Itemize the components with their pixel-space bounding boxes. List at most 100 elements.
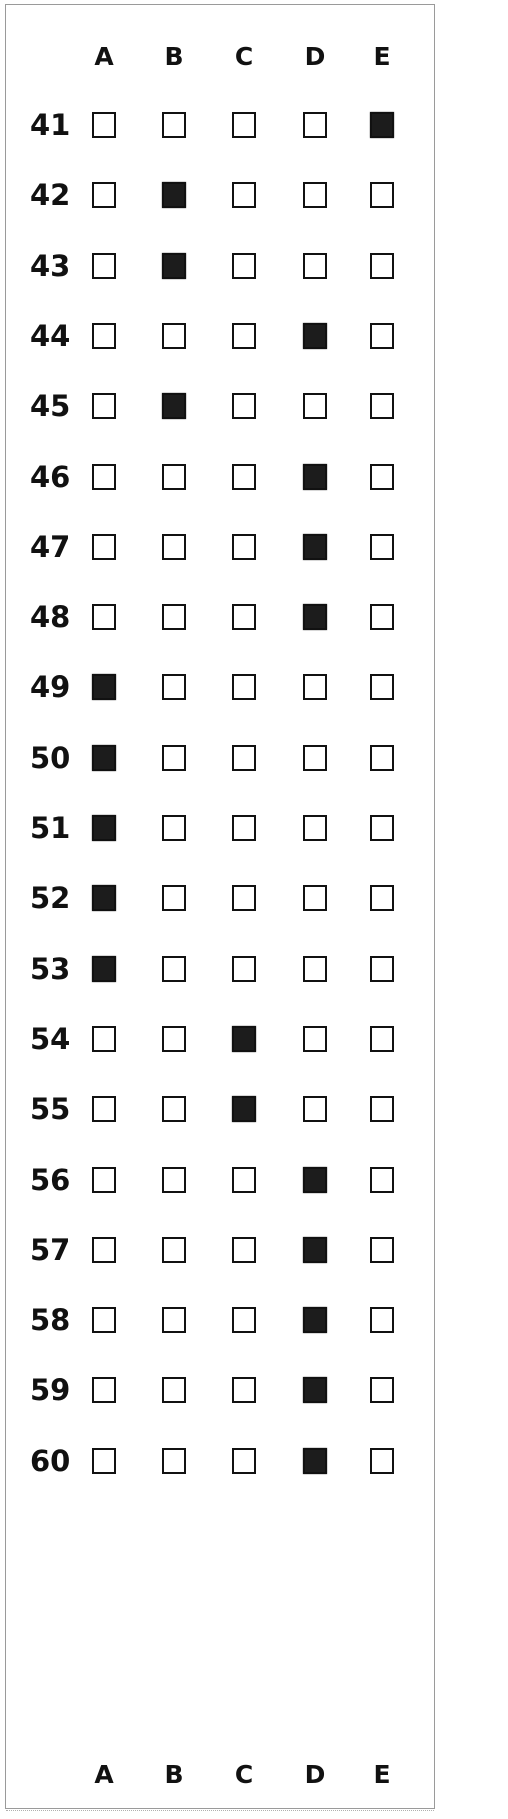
bubble-42-c[interactable] <box>232 182 256 209</box>
bubble-50-c[interactable] <box>232 744 256 771</box>
bubble-48-b[interactable] <box>162 604 186 631</box>
bubble-51-b[interactable] <box>162 815 186 841</box>
bubble-41-a[interactable] <box>92 112 116 138</box>
bubble-57-c[interactable] <box>232 1236 256 1263</box>
bubble-47-e[interactable] <box>370 533 394 560</box>
bubble-52-c[interactable] <box>232 885 256 912</box>
bubble-58-a[interactable] <box>92 1307 116 1334</box>
bubble-51-d[interactable] <box>303 815 327 841</box>
bubble-55-a[interactable] <box>92 1096 116 1123</box>
bubble-54-a[interactable] <box>92 1025 116 1052</box>
bubble-58-e[interactable] <box>370 1307 394 1334</box>
bubble-55-e[interactable] <box>370 1096 394 1123</box>
bubble-43-e[interactable] <box>370 252 394 279</box>
bubble-48-e[interactable] <box>370 604 394 631</box>
bubble-51-a[interactable] <box>92 815 116 841</box>
bubble-47-c[interactable] <box>232 533 256 560</box>
bubble-41-b[interactable] <box>162 112 186 138</box>
bubble-53-b[interactable] <box>162 955 186 982</box>
bubble-41-c[interactable] <box>232 112 256 138</box>
bubble-50-e[interactable] <box>370 744 394 771</box>
bubble-49-c[interactable] <box>232 674 256 701</box>
bubble-42-e[interactable] <box>370 182 394 209</box>
bubble-45-c[interactable] <box>232 393 256 420</box>
bubble-46-a[interactable] <box>92 463 116 490</box>
bubble-50-b[interactable] <box>162 744 186 771</box>
bubble-49-d[interactable] <box>303 674 327 701</box>
bubble-46-c[interactable] <box>232 463 256 490</box>
bubble-42-d[interactable] <box>303 182 327 209</box>
bubble-53-c[interactable] <box>232 955 256 982</box>
bubble-58-c[interactable] <box>232 1307 256 1334</box>
bubble-46-d[interactable] <box>303 463 327 490</box>
bubble-54-c[interactable] <box>232 1025 256 1052</box>
bubble-59-b[interactable] <box>162 1377 186 1404</box>
bubble-51-c[interactable] <box>232 815 256 841</box>
bubble-60-b[interactable] <box>162 1447 186 1474</box>
bubble-47-a[interactable] <box>92 533 116 560</box>
bubble-45-b[interactable] <box>162 393 186 420</box>
bubble-52-b[interactable] <box>162 885 186 912</box>
bubble-59-c[interactable] <box>232 1377 256 1404</box>
bubble-47-d[interactable] <box>303 533 327 560</box>
bubble-57-a[interactable] <box>92 1236 116 1263</box>
bubble-45-d[interactable] <box>303 393 327 420</box>
bubble-46-b[interactable] <box>162 463 186 490</box>
bubble-60-c[interactable] <box>232 1447 256 1474</box>
bubble-57-d[interactable] <box>303 1236 327 1263</box>
bubble-52-a[interactable] <box>92 885 116 912</box>
bubble-42-a[interactable] <box>92 182 116 209</box>
bubble-53-d[interactable] <box>303 955 327 982</box>
bubble-59-e[interactable] <box>370 1377 394 1404</box>
bubble-42-b[interactable] <box>162 182 186 209</box>
bubble-57-b[interactable] <box>162 1236 186 1263</box>
bubble-56-b[interactable] <box>162 1166 186 1193</box>
bubble-60-a[interactable] <box>92 1447 116 1474</box>
bubble-49-e[interactable] <box>370 674 394 701</box>
bubble-46-e[interactable] <box>370 463 394 490</box>
bubble-50-d[interactable] <box>303 744 327 771</box>
bubble-43-b[interactable] <box>162 252 186 279</box>
bubble-47-b[interactable] <box>162 533 186 560</box>
bubble-44-d[interactable] <box>303 322 327 349</box>
bubble-41-d[interactable] <box>303 112 327 138</box>
bubble-58-b[interactable] <box>162 1307 186 1334</box>
bubble-53-e[interactable] <box>370 955 394 982</box>
bubble-45-a[interactable] <box>92 393 116 420</box>
bubble-60-d[interactable] <box>303 1447 327 1474</box>
bubble-57-e[interactable] <box>370 1236 394 1263</box>
bubble-44-e[interactable] <box>370 322 394 349</box>
bubble-55-b[interactable] <box>162 1096 186 1123</box>
bubble-56-e[interactable] <box>370 1166 394 1193</box>
bubble-48-d[interactable] <box>303 604 327 631</box>
bubble-44-c[interactable] <box>232 322 256 349</box>
bubble-48-a[interactable] <box>92 604 116 631</box>
bubble-51-e[interactable] <box>370 815 394 841</box>
bubble-50-a[interactable] <box>92 744 116 771</box>
bubble-41-e[interactable] <box>370 112 394 138</box>
bubble-44-a[interactable] <box>92 322 116 349</box>
bubble-59-d[interactable] <box>303 1377 327 1404</box>
bubble-60-e[interactable] <box>370 1447 394 1474</box>
bubble-55-d[interactable] <box>303 1096 327 1123</box>
bubble-49-a[interactable] <box>92 674 116 701</box>
bubble-49-b[interactable] <box>162 674 186 701</box>
bubble-56-d[interactable] <box>303 1166 327 1193</box>
bubble-54-b[interactable] <box>162 1025 186 1052</box>
bubble-54-e[interactable] <box>370 1025 394 1052</box>
bubble-56-a[interactable] <box>92 1166 116 1193</box>
bubble-59-a[interactable] <box>92 1377 116 1404</box>
bubble-48-c[interactable] <box>232 604 256 631</box>
bubble-54-d[interactable] <box>303 1025 327 1052</box>
bubble-52-e[interactable] <box>370 885 394 912</box>
bubble-53-a[interactable] <box>92 955 116 982</box>
bubble-44-b[interactable] <box>162 322 186 349</box>
bubble-56-c[interactable] <box>232 1166 256 1193</box>
bubble-58-d[interactable] <box>303 1307 327 1334</box>
bubble-43-c[interactable] <box>232 252 256 279</box>
bubble-43-a[interactable] <box>92 252 116 279</box>
bubble-43-d[interactable] <box>303 252 327 279</box>
bubble-52-d[interactable] <box>303 885 327 912</box>
bubble-55-c[interactable] <box>232 1096 256 1123</box>
bubble-45-e[interactable] <box>370 393 394 420</box>
